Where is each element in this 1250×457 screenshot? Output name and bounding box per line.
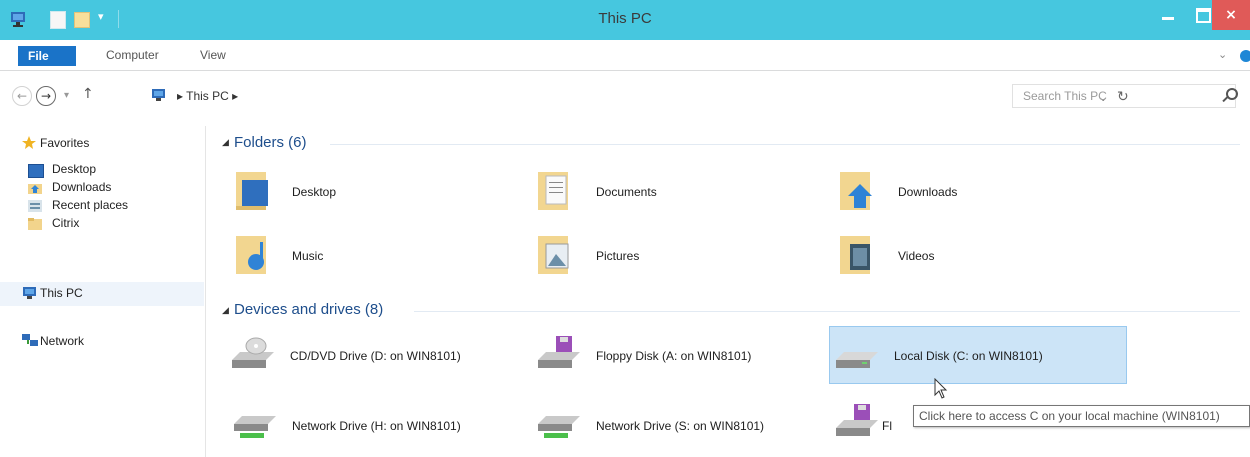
local-disk-icon [836, 352, 878, 368]
downloads-folder-icon [840, 172, 872, 210]
nav-item-desktop[interactable]: Desktop [52, 162, 96, 176]
close-button[interactable]: × [1212, 0, 1250, 30]
title-bar: ▾ This PC × [0, 0, 1250, 40]
nav-item-favorites[interactable]: Favorites [40, 136, 89, 150]
videos-folder-icon [840, 236, 870, 274]
collapse-devices-icon[interactable]: ◢ [222, 306, 229, 316]
help-icon[interactable] [1240, 50, 1250, 62]
drive-network-h-label[interactable]: Network Drive (H: on WIN8101) [292, 419, 461, 433]
folders-group-header[interactable]: Folders (6) [234, 134, 307, 151]
nav-item-this-pc[interactable]: This PC [40, 286, 83, 300]
star-icon [22, 136, 36, 149]
recent-locations-button[interactable]: ▾ [64, 90, 69, 101]
floppy-drive-icon [538, 336, 580, 368]
downloads-icon [28, 184, 42, 194]
tab-computer[interactable]: Computer [106, 48, 159, 62]
tab-view[interactable]: View [200, 48, 226, 62]
citrix-folder-icon [28, 218, 42, 230]
this-pc-icon [23, 287, 36, 299]
folder-videos-label[interactable]: Videos [898, 249, 934, 263]
mouse-cursor-icon [934, 378, 948, 399]
desktop-folder-icon [236, 172, 268, 210]
folder-downloads-label[interactable]: Downloads [898, 185, 957, 199]
nav-item-network[interactable]: Network [40, 334, 84, 348]
tooltip-text: Click here to access C on your local mac… [919, 409, 1220, 423]
nav-item-downloads[interactable]: Downloads [52, 180, 111, 194]
search-icon[interactable] [1226, 88, 1238, 100]
drive-floppy-partial-label[interactable]: Fl [882, 419, 892, 433]
drive-network-s-label[interactable]: Network Drive (S: on WIN8101) [596, 419, 764, 433]
cd-drive-icon [232, 337, 274, 368]
collapse-folders-icon[interactable]: ◢ [222, 138, 229, 148]
network-drive-icon [538, 416, 580, 438]
music-folder-icon [236, 236, 266, 274]
tooltip: Click here to access C on your local mac… [913, 405, 1250, 427]
navigation-pane: Favorites Desktop Downloads Recent place… [0, 126, 206, 457]
back-button[interactable]: ← [12, 86, 32, 106]
forward-button[interactable]: → [36, 86, 56, 106]
expand-ribbon-icon[interactable]: ⌄ [1218, 48, 1227, 61]
search-input[interactable]: Search This PC [1023, 89, 1107, 103]
documents-folder-icon [538, 172, 568, 210]
window-title: This PC [598, 10, 652, 27]
folder-documents-label[interactable]: Documents [596, 185, 657, 199]
group-divider [330, 144, 1240, 145]
desktop-icon [28, 164, 44, 178]
recent-places-icon [28, 200, 42, 212]
group-divider [414, 311, 1240, 312]
drive-cd-label[interactable]: CD/DVD Drive (D: on WIN8101) [290, 349, 461, 363]
folder-pictures-label[interactable]: Pictures [596, 249, 639, 263]
nav-item-recent-places[interactable]: Recent places [52, 198, 128, 212]
nav-item-citrix[interactable]: Citrix [52, 216, 79, 230]
pictures-folder-icon [538, 236, 569, 274]
network-icon [22, 334, 38, 346]
ribbon: File Computer View ⌄ [0, 40, 1250, 71]
up-button[interactable]: ↑ [82, 86, 94, 102]
folder-desktop-label[interactable]: Desktop [292, 185, 336, 199]
tab-file[interactable]: File [18, 46, 76, 66]
network-drive-icon [234, 416, 276, 438]
folder-music-label[interactable]: Music [292, 249, 323, 263]
devices-group-header[interactable]: Devices and drives (8) [234, 301, 383, 318]
breadcrumb[interactable]: ▸ This PC ▸ [177, 89, 238, 103]
floppy-drive-icon [836, 404, 878, 436]
this-pc-icon [152, 89, 165, 101]
address-bar[interactable]: ▸ This PC ▸ ⌄ ↻ [142, 84, 1129, 108]
drive-floppy-a-label[interactable]: Floppy Disk (A: on WIN8101) [596, 349, 751, 363]
address-row: ← → ▾ ↑ ▸ This PC ▸ ⌄ ↻ Search This PC [0, 80, 1250, 114]
search-box[interactable]: Search This PC [1012, 84, 1236, 108]
drive-local-c-label[interactable]: Local Disk (C: on WIN8101) [894, 349, 1043, 363]
